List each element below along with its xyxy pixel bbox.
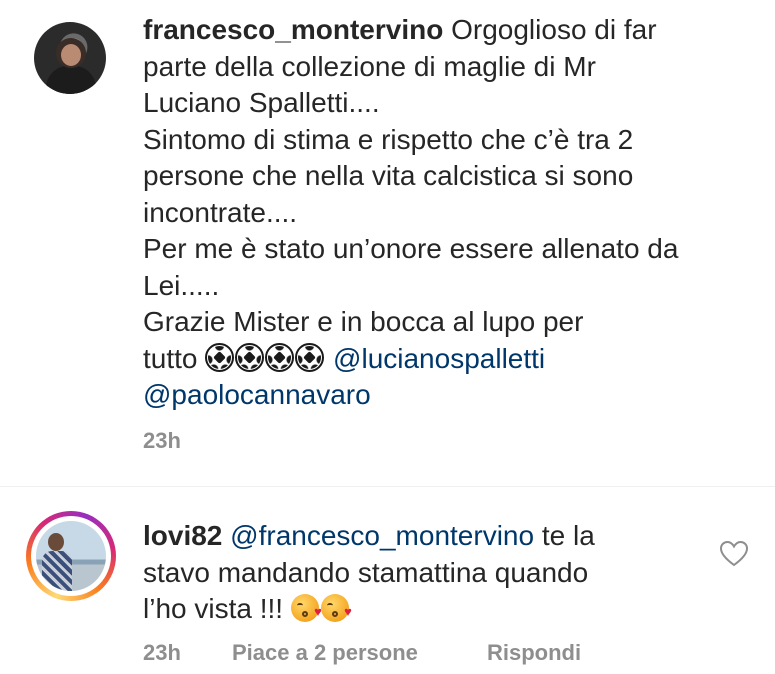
avatar-face [61, 44, 81, 66]
comment-main: francesco_montervino Orgoglioso di far p… [0, 0, 775, 474]
reply-button[interactable]: Rispondi [487, 640, 581, 666]
comment-line: Luciano Spalletti.... [143, 87, 380, 118]
avatar-body [42, 551, 72, 591]
emoji-group [290, 593, 352, 624]
comment-line: tutto [143, 342, 198, 374]
soccer-ball-icon [205, 342, 235, 372]
comment-line: Orgoglioso di far [451, 14, 657, 45]
kissing-face-heart-emoji [290, 594, 322, 622]
avatar[interactable] [36, 521, 106, 591]
soccer-ball-icon [235, 342, 265, 372]
avatar-face [48, 533, 64, 551]
soccer-emoji-group [205, 342, 325, 374]
reply-text: lovi82 @francesco_montervino te la stavo… [143, 518, 703, 628]
kissing-face-heart-emoji [320, 594, 352, 622]
comment-line: Per me è stato un’onore essere allenato … [143, 233, 679, 264]
comment-line: Lei..... [143, 269, 220, 301]
comment-text: francesco_montervino Orgoglioso di far p… [143, 12, 753, 414]
mention-link[interactable]: @paolocannavaro [143, 379, 371, 410]
reply-line: te la [541, 520, 595, 551]
reply-line: stavo mandando stamattina quando [143, 556, 589, 588]
comment-line: Grazie Mister e in bocca al lupo per [143, 306, 584, 337]
avatar-body [46, 66, 96, 94]
reply-username[interactable]: lovi82 [143, 520, 222, 551]
comment-line: parte della collezione di maglie di Mr [143, 50, 596, 82]
reply-timestamp: 23h [143, 640, 181, 665]
reply-line: l’ho vista !!! [143, 593, 284, 624]
comment-line: Sintomo di stima e rispetto che c’è tra … [143, 123, 634, 155]
avatar[interactable] [34, 22, 106, 94]
comment-username[interactable]: francesco_montervino [143, 14, 443, 45]
mention-link[interactable]: @lucianospalletti [333, 343, 545, 374]
divider [0, 486, 775, 487]
soccer-ball-icon [295, 342, 325, 372]
likes-count-button[interactable]: Piace a 2 persone [232, 640, 418, 666]
avatar-ring-gap [31, 516, 111, 596]
heart-outline-icon[interactable] [718, 538, 750, 570]
mention-link[interactable]: @francesco_montervino [230, 520, 534, 551]
soccer-ball-icon [265, 342, 295, 372]
story-ring[interactable] [26, 511, 116, 601]
comment-timestamp: 23h [143, 428, 181, 453]
comment-line: persone che nella vita calcistica si son… [143, 160, 634, 191]
comment-line: incontrate.... [143, 196, 298, 228]
